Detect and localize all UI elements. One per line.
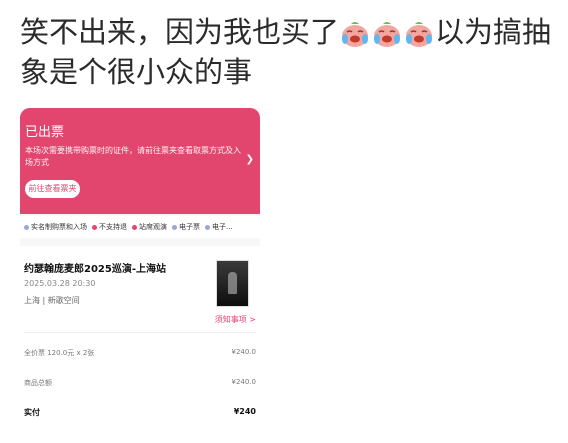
tag-item: 电子...: [205, 222, 233, 232]
ticket-status-banner[interactable]: 已出票 本场次需要携带购票时的证件，请前往票夹查看取票方式及入场方式 ❯ 前往查…: [20, 108, 260, 214]
price-value: ¥240.0: [231, 348, 257, 356]
price-label: 商品总额: [24, 379, 52, 387]
tag-dot-icon: [92, 224, 97, 230]
price-row: 商品总额 ¥240.0: [24, 378, 256, 388]
chevron-right-icon[interactable]: ❯: [246, 154, 254, 165]
event-title[interactable]: 约瑟翰庞麦郎2025巡演-上海站: [24, 260, 166, 275]
tag-label: 站席观演: [139, 223, 167, 231]
tag-label: 不支持退: [99, 223, 127, 231]
crying-laughing-emoji-icon: [406, 22, 433, 47]
total-row: 实付 ¥240: [24, 407, 256, 418]
tag-dot-icon: [205, 224, 210, 230]
order-card: 约瑟翰庞麦郎2025巡演-上海站 2025.03.28 20:30 上海 | 新…: [20, 246, 260, 443]
divider: [24, 332, 256, 333]
event-venue: 上海 | 新歌空间: [24, 296, 80, 305]
price-value: ¥240.0: [231, 378, 257, 386]
total-label: 实付: [24, 408, 40, 417]
ticket-status: 已出票: [25, 125, 65, 140]
crying-laughing-emoji-icon: [374, 22, 401, 47]
post-caption: 笑不出来，因为我也买了 以为搞抽象是个很小众的事: [20, 12, 560, 92]
tag-label: 实名制购票和入场: [31, 223, 87, 231]
event-poster[interactable]: [216, 260, 249, 307]
ticket-tags[interactable]: 实名制购票和入场 不支持退 站席观演 电子票 电子...: [20, 216, 260, 238]
tag-label: 电子...: [212, 223, 233, 231]
tag-item: 实名制购票和入场: [24, 222, 87, 232]
tag-dot-icon: [24, 224, 29, 230]
ticket-screenshot: 已出票 本场次需要携带购票时的证件，请前往票夹查看取票方式及入场方式 ❯ 前往查…: [20, 108, 260, 443]
event-datetime: 2025.03.28 20:30: [24, 279, 96, 288]
price-row: 全价票 120.0元 x 2张 ¥240.0: [24, 348, 256, 358]
tag-item: 电子票: [172, 222, 200, 232]
tag-label: 电子票: [179, 223, 200, 231]
tag-dot-icon: [172, 224, 177, 230]
ticket-notice: 本场次需要携带购票时的证件，请前往票夹查看取票方式及入场方式: [25, 146, 241, 167]
tag-item: 站席观演: [132, 222, 167, 232]
poster-figure: [228, 272, 237, 294]
tag-item: 不支持退: [92, 222, 127, 232]
caption-text-before: 笑不出来，因为我也买了: [20, 15, 340, 49]
price-label: 全价票 120.0元 x 2张: [24, 349, 95, 357]
tag-dot-icon: [132, 224, 137, 230]
total-value: ¥240: [233, 407, 256, 416]
crying-laughing-emoji-icon: [342, 22, 369, 47]
notes-link[interactable]: 须知事项 >: [215, 314, 256, 325]
view-wallet-button[interactable]: 前往查看票夹: [25, 180, 80, 198]
emoji-group: [340, 19, 434, 49]
